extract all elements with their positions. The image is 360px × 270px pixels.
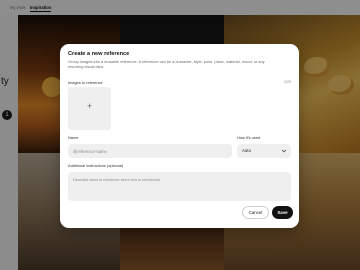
images-label: Images to reference [68, 80, 103, 85]
how-used-select[interactable]: Auto [237, 144, 291, 158]
additional-instructions-input[interactable] [68, 172, 291, 201]
plus-icon: + [86, 101, 93, 111]
additional-instructions-label: Additional instructions (optional) [68, 163, 124, 168]
how-used-value: Auto [242, 148, 251, 153]
image-count: 0/20 [284, 80, 291, 84]
dialog-description: Group images into a reusable reference. … [68, 59, 265, 70]
create-reference-dialog: Create a new reference Group images into… [60, 44, 299, 228]
how-used-label: How it's used [237, 135, 261, 140]
add-image-button[interactable]: + [68, 87, 111, 130]
dialog-title: Create a new reference [68, 51, 130, 57]
chevron-down-icon [281, 149, 287, 153]
cancel-button[interactable]: Cancel [242, 206, 269, 219]
reference-name-input[interactable] [68, 144, 232, 158]
name-label: Name [68, 135, 79, 140]
save-button[interactable]: Save [272, 206, 293, 219]
